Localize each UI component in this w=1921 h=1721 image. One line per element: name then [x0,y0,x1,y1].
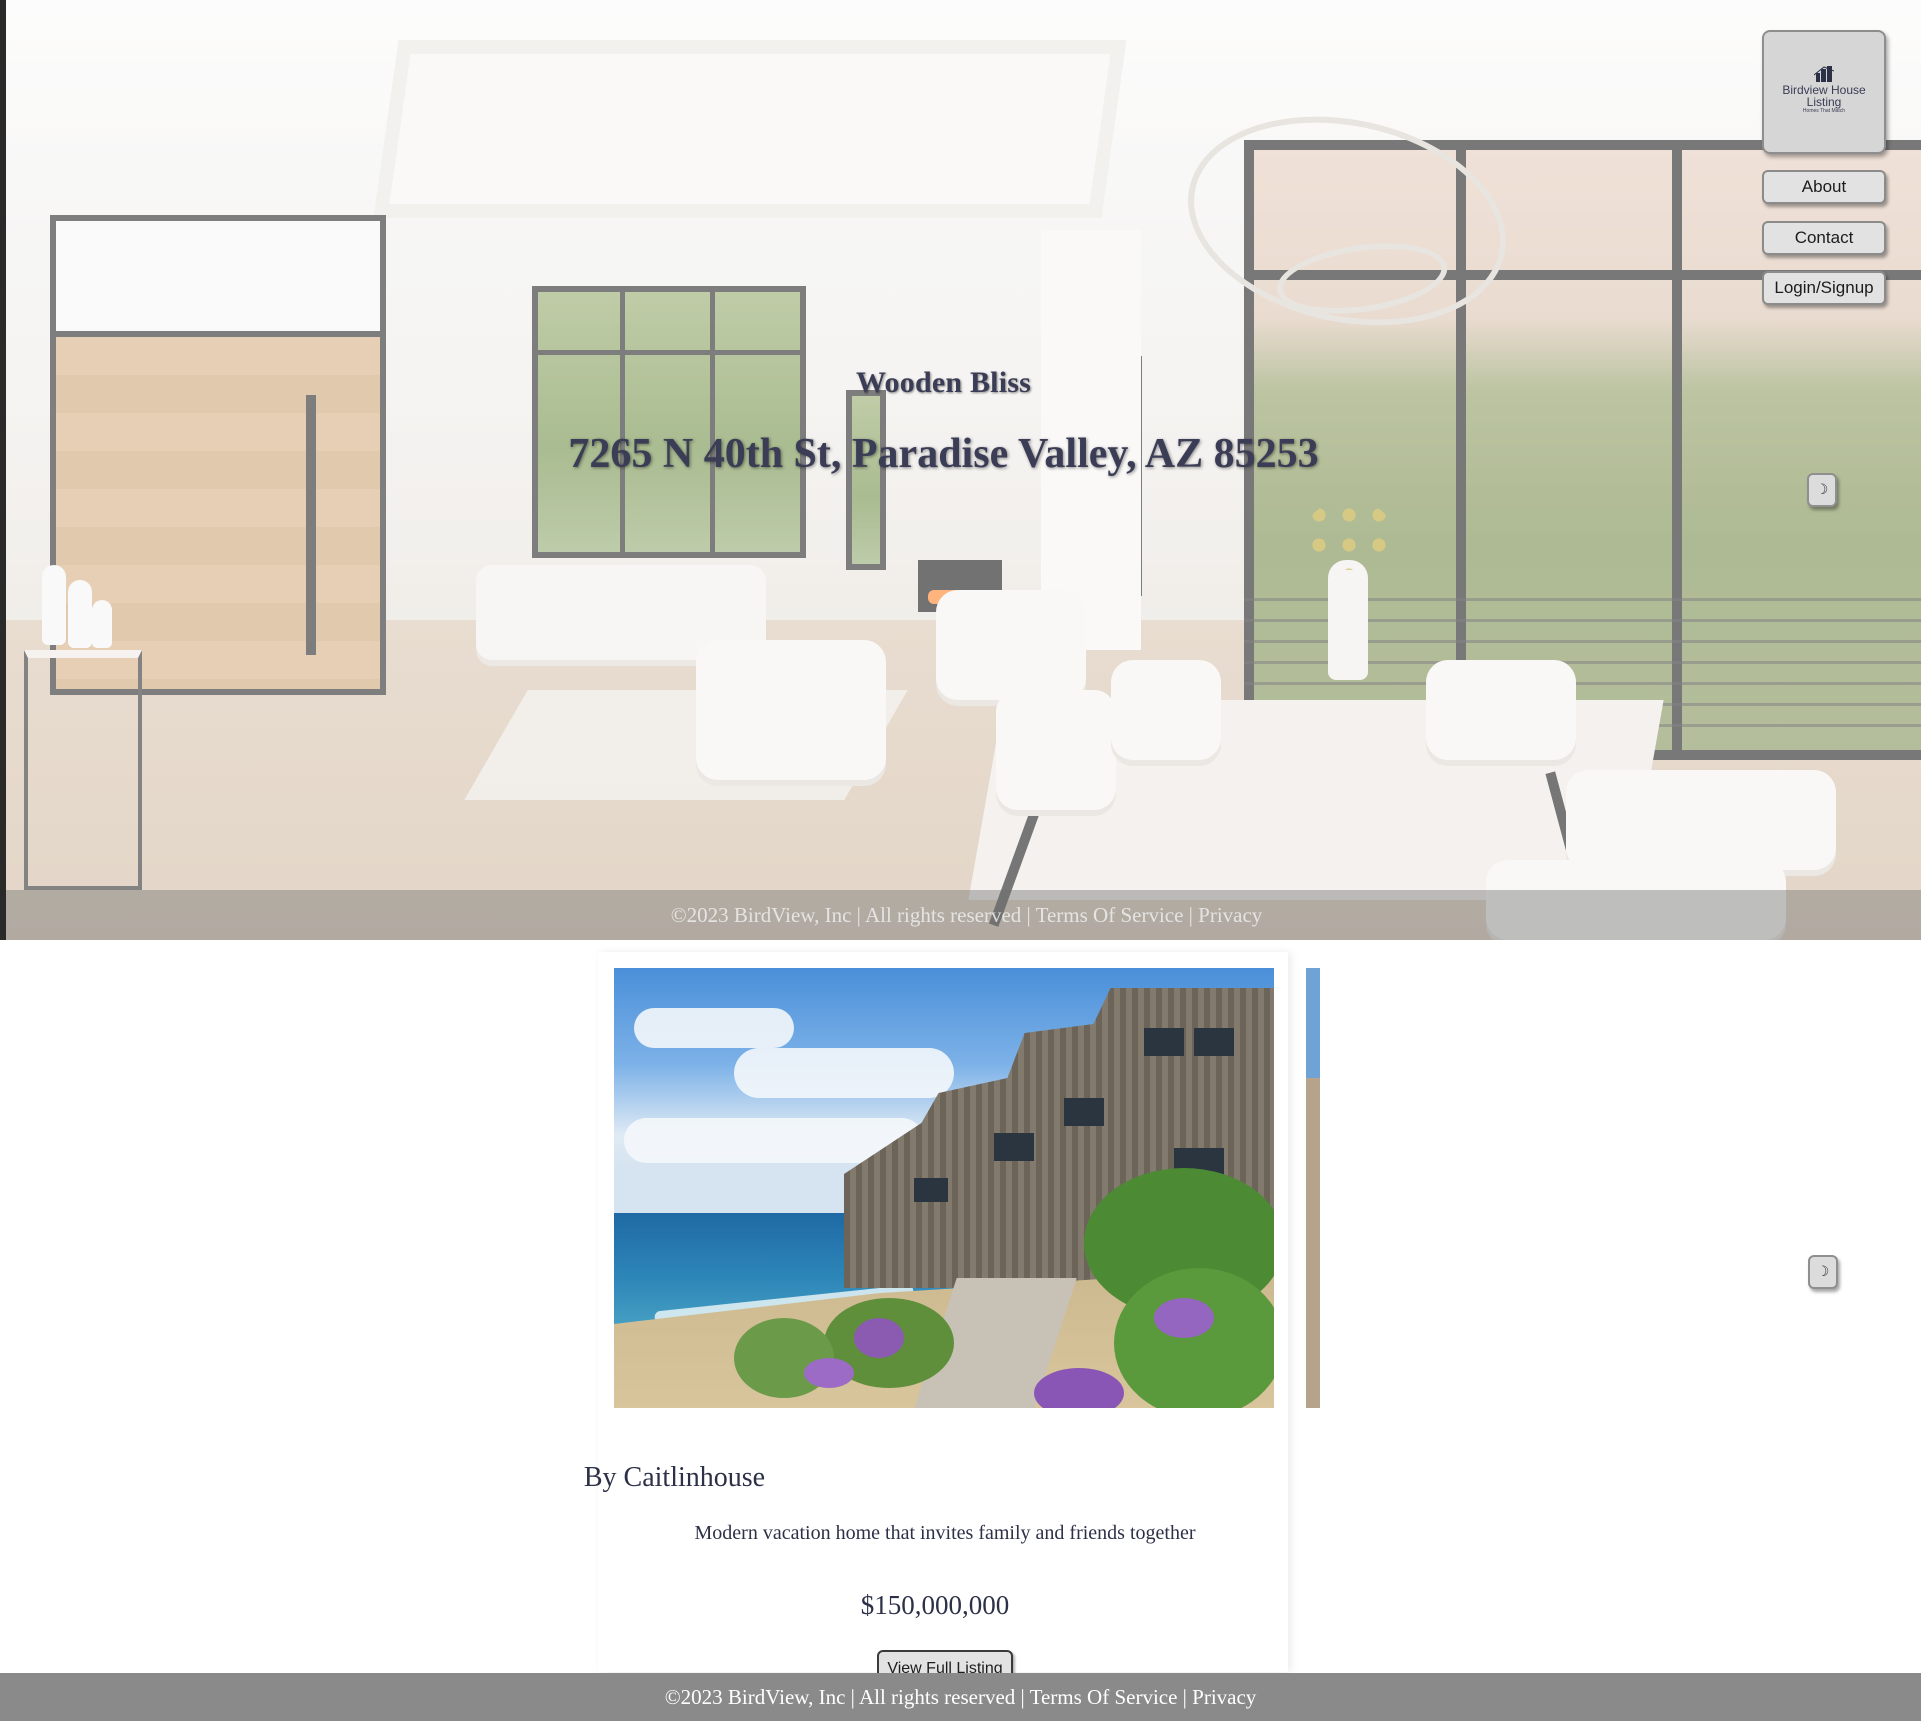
hero-banner: Wooden Bliss 7265 N 40th St, Paradise Va… [0,0,1921,940]
listing-price: $150,000,000 [860,1590,1010,1620]
nav-login-signup-button[interactable]: Login/Signup [1762,271,1886,305]
page-footer: ©2023 BirdView, Inc | All rights reserve… [0,1673,1921,1721]
moon-icon: ☽ [1815,482,1829,498]
listing-address: 7265 N 40th St, Paradise Valley, AZ 8525… [568,431,1319,477]
terms-link[interactable]: Terms Of Service [1036,903,1184,927]
footer-separator: | [856,903,861,927]
privacy-link[interactable]: Privacy [1192,1685,1256,1709]
theme-toggle-button[interactable]: ☽ [1807,473,1837,507]
hero-footer-overlay: ©2023 BirdView, Inc | All rights reserve… [6,890,1921,940]
terms-link[interactable]: Terms Of Service [1030,1685,1178,1709]
footer-separator: | [1188,903,1193,927]
listing-title: Wooden Bliss [856,366,1031,399]
logo-tagline: Homes That Match [1802,108,1846,114]
footer-copyright: ©2023 BirdView, Inc [670,903,852,927]
logo-name: Birdview House Listing [1782,83,1866,109]
nav-about-button[interactable]: About [1762,170,1886,204]
moon-icon: ☽ [1816,1264,1830,1280]
footer-separator: | [1026,903,1031,927]
nav-contact-button[interactable]: Contact [1762,221,1886,255]
privacy-link[interactable]: Privacy [1198,903,1262,927]
footer-separator: | [1020,1685,1025,1709]
theme-toggle-button[interactable]: ☽ [1808,1255,1838,1289]
footer-separator: | [850,1685,855,1709]
next-listing-photo-peek[interactable] [1306,968,1320,1408]
listing-author: By Caitlinhouse [583,1462,766,1493]
site-logo[interactable]: Birdview House Listing Homes That Match [1762,30,1886,154]
footer-rights: All rights reserved [858,1685,1016,1709]
listing-card [598,952,1288,1672]
listing-photo[interactable] [614,968,1274,1408]
footer-copyright: ©2023 BirdView, Inc [664,1685,846,1709]
footer-rights: All rights reserved [864,903,1022,927]
footer-separator: | [1182,1685,1187,1709]
listing-description: Modern vacation home that invites family… [694,1522,1196,1544]
building-logo-icon [1814,66,1834,82]
